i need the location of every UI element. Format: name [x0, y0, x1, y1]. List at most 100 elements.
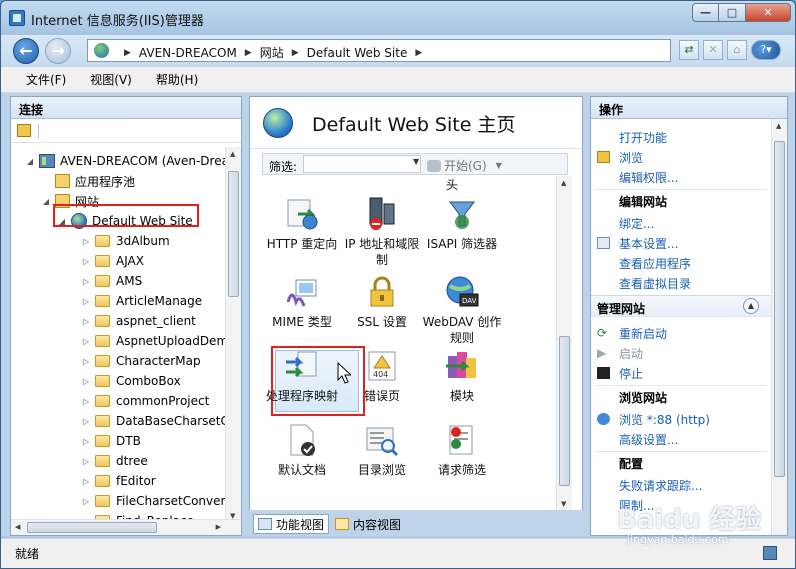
expand-icon[interactable]: ▷ [81, 397, 91, 406]
actions-vertical-scrollbar[interactable]: ▲ [771, 119, 787, 535]
chevron-down-icon[interactable]: ▼ [413, 157, 419, 166]
tree-vertical-scroll-thumb[interactable] [228, 171, 239, 297]
feature-ip-restrictions[interactable]: IP 地址和域限制 [342, 196, 422, 268]
panels-area: 连接 ◢ AVEN-DREACOM (Aven-Drea 应用程序池 ◢ 网站 ◢ Defa… [1, 93, 795, 536]
feature-error-pages[interactable]: 404 错误页 [342, 348, 422, 404]
scroll-right-icon[interactable]: ▶ [216, 523, 221, 531]
scroll-down-icon[interactable]: ▼ [561, 500, 566, 508]
tree-node-folder[interactable]: ▷ AMS [81, 271, 142, 291]
breadcrumb-default-web-site[interactable]: Default Web Site [307, 46, 408, 60]
tree-node-folder[interactable]: ▷ dtree [81, 451, 148, 471]
expand-icon[interactable]: ▷ [81, 277, 91, 286]
help-icon[interactable]: ?▾ [751, 40, 781, 60]
tree-horizontal-scrollbar[interactable]: ◀ ▶ [11, 519, 241, 535]
forward-button[interactable]: → [45, 38, 71, 64]
stop-nav-icon[interactable]: ✕ [703, 40, 723, 60]
feature-default-document[interactable]: 默认文档 [262, 422, 342, 478]
feature-mime-types[interactable]: MIME 类型 [262, 274, 342, 330]
feature-isapi-filters[interactable]: ISAPI 筛选器 [422, 196, 502, 252]
breadcrumb-sites[interactable]: 网站 [260, 44, 284, 61]
action-item[interactable]: 查看虚拟目录 [591, 273, 773, 293]
action-item[interactable]: 查看应用程序 [591, 253, 773, 273]
expand-icon[interactable]: ▷ [81, 257, 91, 266]
tree-node-folder[interactable]: ▷ DataBaseCharsetCo [81, 411, 225, 431]
connect-icon[interactable] [17, 124, 31, 137]
tree-node-folder[interactable]: ▷ ArticleManage [81, 291, 202, 311]
expand-icon[interactable]: ▷ [81, 357, 91, 366]
filter-input[interactable] [303, 155, 421, 173]
action-item[interactable]: 基本设置... [591, 233, 773, 253]
tree-node-folder[interactable]: ▷ commonProject [81, 391, 209, 411]
feature-request-filtering[interactable]: 请求筛选 [422, 422, 502, 478]
action-item[interactable]: 编辑权限... [591, 167, 773, 187]
expand-icon[interactable]: ▷ [81, 477, 91, 486]
tab-features-view[interactable]: 功能视图 [253, 514, 330, 534]
minimize-button[interactable]: — [692, 3, 719, 22]
action-item[interactable]: 高级设置... [591, 429, 773, 449]
tree-vertical-scrollbar[interactable]: ▲ ▼ [225, 147, 241, 523]
expand-icon[interactable]: ▷ [81, 237, 91, 246]
back-button[interactable]: ← [13, 38, 39, 64]
refresh-icon[interactable]: ⇄ [679, 40, 699, 60]
features-vertical-scrollbar[interactable]: ▲ ▼ [556, 176, 572, 511]
scroll-up-icon[interactable]: ▲ [776, 122, 781, 130]
maximize-button[interactable]: □ [719, 3, 746, 22]
expand-icon[interactable]: ▷ [81, 337, 91, 346]
tree-node-folder[interactable]: ▷ AJAX [81, 251, 144, 271]
collapse-section-icon[interactable]: ▲ [743, 298, 759, 314]
action-item[interactable]: 打开功能 [591, 127, 773, 147]
feature-ssl-lock[interactable]: SSL 设置 [342, 274, 422, 330]
tree-node-folder[interactable]: ▷ FileCharsetConvert [81, 491, 225, 511]
feature-webdav[interactable]: DAV WebDAV 创作规则 [422, 274, 502, 346]
feature-http-redirect[interactable]: HTTP 重定向 [262, 196, 342, 252]
menu-view[interactable]: 视图(V) [90, 71, 132, 88]
tree-node-folder[interactable]: ▷ 3dAlbum [81, 231, 170, 251]
feature-modules[interactable]: 模块 [422, 348, 502, 404]
expand-icon[interactable]: ▷ [81, 457, 91, 466]
home-icon[interactable]: ⌂ [727, 40, 747, 60]
page-title: Default Web Site 主页 [312, 114, 516, 136]
tree-node-folder[interactable]: ▷ AspnetUploadDem [81, 331, 225, 351]
tree-node-label: dtree [116, 454, 148, 468]
tree-node-folder[interactable]: ▷ aspnet_client [81, 311, 196, 331]
menu-file[interactable]: 文件(F) [26, 71, 66, 88]
iis-manager-window: Internet 信息服务(IIS)管理器 — □ ✕ ← → ▶ AVEN-D… [0, 0, 796, 569]
actions-scroll-thumb[interactable] [774, 141, 785, 477]
action-item[interactable]: 浏览 [591, 147, 773, 167]
tree-node-folder[interactable]: ▷ fEditor [81, 471, 156, 491]
tree-node[interactable]: ◢ AVEN-DREACOM (Aven-Drea [25, 151, 225, 171]
expand-icon[interactable]: ▷ [81, 417, 91, 426]
action-label: 高级设置... [619, 432, 679, 447]
action-item[interactable]: ⟳ 重新启动 [591, 323, 773, 343]
collapse-icon[interactable]: ◢ [41, 197, 51, 206]
tree-node-folder[interactable]: ▷ CharacterMap [81, 351, 201, 371]
features-scroll-thumb[interactable] [559, 336, 570, 486]
scroll-up-icon[interactable]: ▲ [230, 150, 235, 158]
tree-node[interactable]: 应用程序池 [41, 171, 135, 191]
scroll-left-icon[interactable]: ◀ [15, 523, 20, 531]
feature-directory-browsing[interactable]: 目录浏览 [342, 422, 422, 478]
tree-horizontal-scroll-thumb[interactable] [27, 522, 157, 533]
tab-features-view-label: 功能视图 [276, 517, 325, 532]
start-filter-button[interactable]: 开始(G) ▼ [427, 157, 502, 174]
expand-icon[interactable]: ▷ [81, 377, 91, 386]
action-item[interactable]: 失败请求跟踪... [591, 475, 773, 495]
breadcrumb-server[interactable]: AVEN-DREACOM [139, 46, 237, 60]
tree-node-folder[interactable]: ▷ ComboBox [81, 371, 181, 391]
expand-icon[interactable]: ▷ [81, 497, 91, 506]
tree-node-label: ArticleManage [116, 294, 203, 308]
collapse-icon[interactable]: ◢ [25, 157, 35, 166]
feature-handler-mappings[interactable]: 处理程序映射 [262, 348, 342, 404]
action-item[interactable]: 绑定... [591, 213, 773, 233]
address-bar[interactable]: ▶ AVEN-DREACOM ▶ 网站 ▶ Default Web Site ▶ [87, 39, 671, 62]
tab-content-view[interactable]: 内容视图 [331, 514, 405, 534]
close-button[interactable]: ✕ [746, 3, 791, 22]
expand-icon[interactable]: ▷ [81, 297, 91, 306]
action-item[interactable]: 浏览 *:88 (http) [591, 409, 773, 429]
action-item[interactable]: 停止 [591, 363, 773, 383]
scroll-up-icon[interactable]: ▲ [561, 179, 566, 187]
expand-icon[interactable]: ▷ [81, 317, 91, 326]
tree-node-folder[interactable]: ▷ DTB [81, 431, 141, 451]
menu-help[interactable]: 帮助(H) [156, 71, 198, 88]
expand-icon[interactable]: ▷ [81, 437, 91, 446]
